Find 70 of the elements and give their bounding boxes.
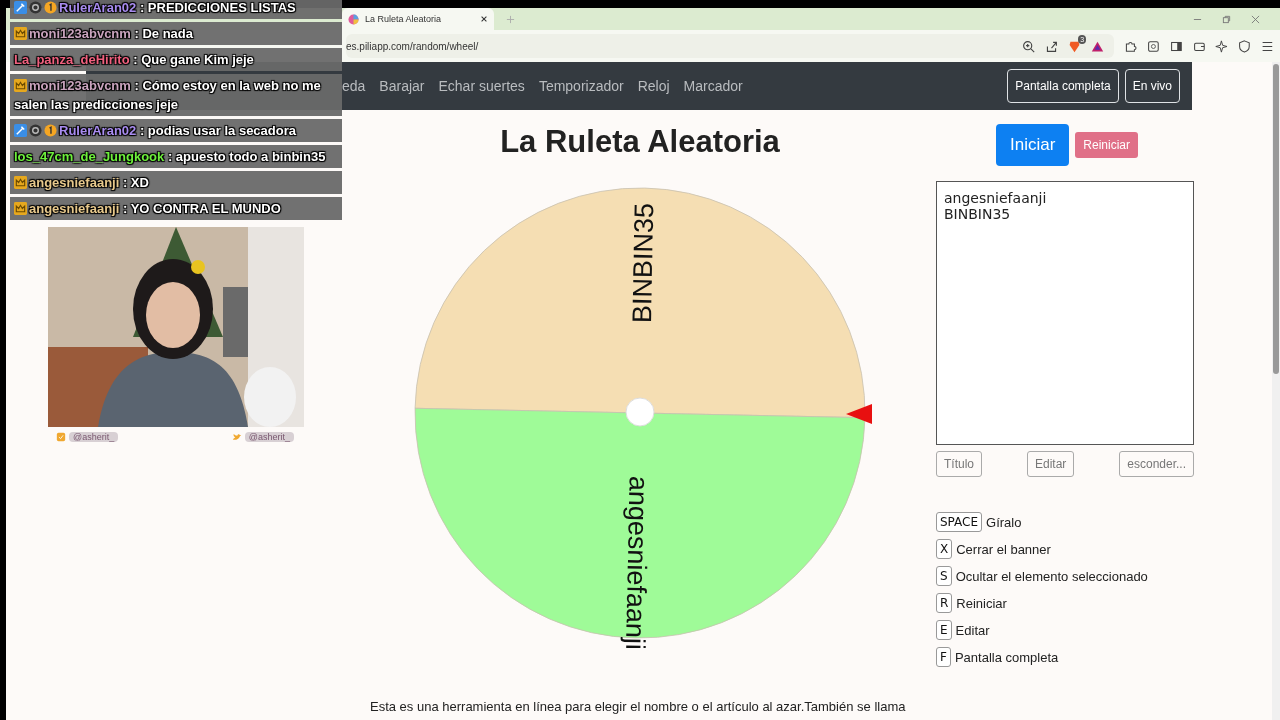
wheel-label: angesniefaanji	[620, 475, 654, 648]
page-title: La Ruleta Aleatoria	[500, 123, 780, 161]
key-cap: X	[936, 539, 953, 559]
entry-button[interactable]: Editar	[1026, 451, 1075, 477]
nav-link[interactable]: Echar suertes	[438, 78, 525, 94]
handle-tag: @asherit_	[244, 432, 294, 442]
chat-message: RulerAran02 : PREDICCIONES LISTAS	[14, 0, 296, 15]
triangle-icon[interactable]	[1091, 39, 1105, 53]
shield-icon[interactable]	[1238, 39, 1252, 53]
crown-badge-icon	[14, 79, 27, 92]
chat-message: moni123abvcnm : De nada	[14, 26, 193, 41]
chat-message: los_47cm_de_Jungkook : apuesto todo a binbin35	[14, 149, 326, 164]
wheel-hub	[625, 397, 655, 427]
search-icon[interactable]	[1147, 39, 1160, 53]
entries-field[interactable]: angesniefaanji BINBIN35	[936, 181, 1194, 445]
start-button[interactable]: Iniciar	[995, 124, 1070, 166]
game-badge-icon	[14, 1, 27, 14]
key-cap: S	[936, 566, 952, 586]
wheel-drawing[interactable]: BINBIN35 angesniefaanji	[414, 187, 866, 648]
chat-message: La_panza_deHirito : Que gane Kim jeje	[14, 52, 254, 67]
chat-message: angesniefaanji : YO CONTRA EL MUNDO	[14, 201, 281, 216]
crown-badge-icon	[14, 202, 27, 215]
shortcut-text: Reiniciar	[956, 595, 1007, 611]
chat-message: RulerAran02 : podias usar la secadora	[14, 123, 296, 138]
wheel-favicon-icon	[348, 13, 359, 25]
key-cap: F	[936, 647, 951, 667]
scrollbar[interactable]	[1272, 62, 1280, 720]
restore-icon[interactable]	[1222, 14, 1231, 24]
coin-badge-icon	[44, 124, 57, 137]
crown-badge-icon	[14, 27, 27, 40]
key-cap: R	[936, 593, 953, 613]
nav-button[interactable]: En vivo	[1124, 69, 1180, 103]
zoom-icon[interactable]	[1022, 39, 1036, 53]
gear-badge-icon	[29, 1, 42, 14]
shortcut-text: Editar	[955, 622, 990, 638]
bird-icon	[231, 432, 242, 442]
key-cap: SPACE	[936, 512, 983, 532]
chat-message: angesniefaanji : XD	[14, 175, 149, 190]
crown-badge-icon	[14, 176, 27, 189]
shortcut-text: Gíralo	[986, 514, 1022, 530]
box-icon	[56, 432, 66, 442]
handle-tag: @asherit_	[69, 432, 119, 442]
shortcut-text: Ocultar el elemento seleccionado	[955, 568, 1148, 584]
nav-link[interactable]: eda	[342, 78, 366, 94]
pointer-icon	[846, 404, 872, 424]
description-text: Esta es una herramienta en línea para elegir el nombre o el artículo al azar.También se llama	[369, 699, 907, 714]
url-text: es.piliapp.com/random/wheel/	[346, 40, 479, 52]
share-icon[interactable]	[1045, 39, 1059, 53]
wheel-label: BINBIN35	[626, 202, 660, 324]
nav-link[interactable]: Barajar	[379, 78, 425, 94]
shortcut-text: Cerrar el banner	[956, 541, 1051, 557]
nav-link[interactable]: Reloj	[637, 78, 670, 94]
sidebar-icon[interactable]	[1169, 39, 1183, 53]
puzzle-icon[interactable]	[1124, 39, 1137, 53]
entry-button[interactable]: esconder...	[1119, 451, 1194, 477]
entry-button[interactable]: Título	[936, 451, 982, 477]
menu-icon[interactable]	[1261, 39, 1274, 53]
gear-badge-icon	[29, 124, 42, 137]
nav-link[interactable]: Marcador	[683, 78, 743, 94]
browser-tab[interactable]: La Ruleta Aleatoria	[342, 8, 494, 30]
coin-badge-icon	[44, 1, 57, 14]
key-cap: E	[936, 620, 952, 640]
nav-link[interactable]: Temporizador	[538, 78, 624, 94]
close-icon[interactable]	[480, 15, 488, 23]
chat-message: moni123abvcnm : Cómo estoy en la web no me salen las predicciones jeje	[14, 78, 321, 112]
nav-button[interactable]: Pantalla completa	[1007, 69, 1119, 103]
lion-shield-icon[interactable]	[1068, 39, 1082, 53]
shortcut-text: Pantalla completa	[954, 649, 1059, 665]
sparkle-icon[interactable]	[1215, 39, 1229, 53]
game-badge-icon	[14, 124, 27, 137]
